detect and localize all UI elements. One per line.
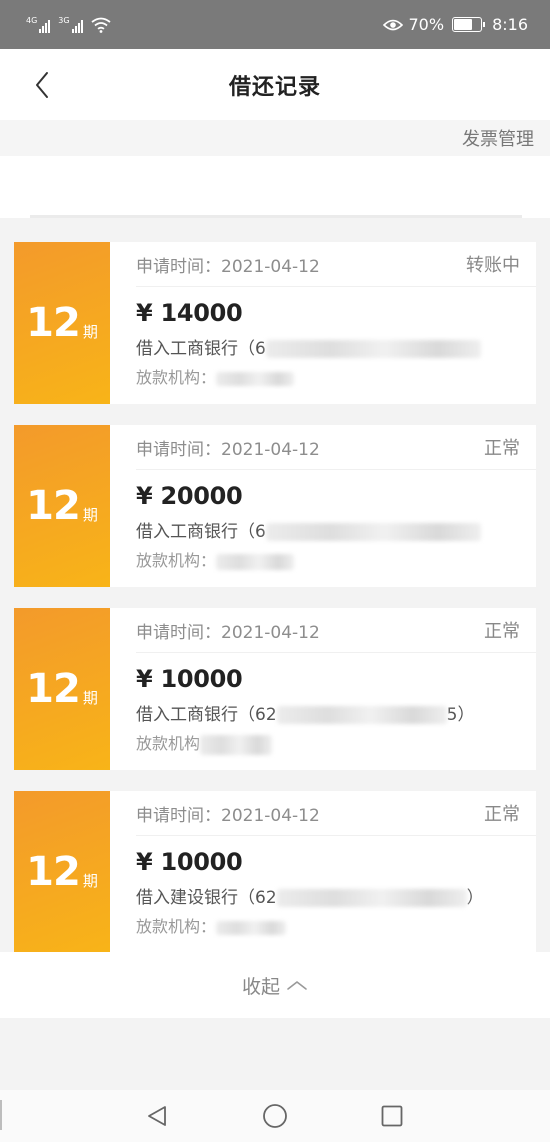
collapse-label: 收起 [241, 975, 280, 998]
record-body: 申请时间：2021-04-12 转账中 ¥ 14000 借入工商银行（6 放款机… [110, 242, 536, 404]
collapse-button[interactable]: 收起 [0, 952, 550, 1018]
bank-suffix: ） [466, 888, 484, 908]
term-number: 12 [26, 483, 81, 529]
bank-label: 借入建设银行（62 [136, 888, 277, 908]
bank-suffix: 5） [446, 705, 475, 725]
nav-recent-button[interactable] [378, 1102, 406, 1130]
record-body: 申请时间：2021-04-12 正常 ¥ 20000 借入工商银行（6 放款机构… [110, 425, 536, 587]
loan-amount: ¥ 10000 [136, 665, 243, 693]
apply-time: 申请时间：2021-04-12 [136, 439, 320, 460]
square-recent-icon [381, 1105, 403, 1127]
term-badge: 12 期 [14, 242, 110, 404]
bank-line: 借入建设银行（62 ） [136, 883, 536, 908]
invoice-row: 发票管理 [0, 120, 550, 156]
record-card[interactable]: 12 期 申请时间：2021-04-12 正常 ¥ 10000 借入建设银行（6… [14, 791, 536, 952]
loan-amount: ¥ 20000 [136, 482, 243, 510]
chevron-left-icon [36, 72, 48, 98]
record-top: 申请时间：2021-04-12 正常 [136, 608, 536, 653]
term-unit: 期 [82, 505, 98, 524]
term-number: 12 [26, 849, 81, 895]
status-bar: 4G 3G 70% 8:16 [0, 0, 550, 49]
redacted-card-number [265, 523, 481, 541]
signal-4g-icon: 4G [26, 15, 51, 33]
invoice-management-link[interactable]: 发票管理 [462, 125, 534, 151]
page: 4G 3G 70% 8:16 借还记录 发票管理 12 期 申请时间：2021-… [0, 0, 550, 1142]
clock: 8:16 [492, 15, 528, 34]
header: 借还记录 [0, 49, 550, 120]
term-badge: 12 期 [14, 425, 110, 587]
term-unit: 期 [82, 322, 98, 341]
chevron-up-icon [287, 981, 307, 990]
network-type-label: 3G [58, 15, 70, 25]
term-number: 12 [26, 666, 81, 712]
redacted-lender [216, 371, 295, 386]
records-list: 12 期 申请时间：2021-04-12 转账中 ¥ 14000 借入工商银行（… [0, 242, 550, 952]
apply-time: 申请时间：2021-04-12 [136, 805, 320, 826]
bank-label: 借入工商银行（6 [136, 339, 266, 359]
bank-label: 借入工商银行（62 [136, 705, 277, 725]
bank-line: 借入工商银行（6 [136, 517, 536, 542]
eye-comfort-icon [382, 19, 403, 30]
status-label: 正常 [484, 621, 520, 642]
status-bar-left: 4G 3G [26, 15, 111, 33]
record-card[interactable]: 12 期 申请时间：2021-04-12 转账中 ¥ 14000 借入工商银行（… [14, 242, 536, 404]
system-nav-bar [0, 1090, 550, 1142]
term-number: 12 [26, 300, 81, 346]
signal-3g-icon: 3G [58, 15, 83, 33]
loan-amount: ¥ 10000 [136, 848, 243, 876]
battery-icon [452, 17, 486, 32]
lender-line: 放款机构： [136, 547, 536, 571]
network-type-label: 4G [26, 15, 38, 25]
record-body: 申请时间：2021-04-12 正常 ¥ 10000 借入建设银行（62 ） 放款… [110, 791, 536, 952]
status-label: 正常 [484, 804, 520, 825]
apply-time: 申请时间：2021-04-12 [136, 256, 320, 277]
back-button[interactable] [28, 69, 56, 101]
nav-home-button[interactable] [261, 1102, 289, 1130]
nav-edge-indicator [0, 1100, 2, 1130]
lender-label: 放款机构 [136, 734, 201, 753]
circle-home-icon [263, 1104, 287, 1128]
record-card[interactable]: 12 期 申请时间：2021-04-12 正常 ¥ 20000 借入工商银行（6… [14, 425, 536, 587]
record-top: 申请时间：2021-04-12 正常 [136, 425, 536, 470]
lender-line: 放款机构 [136, 730, 536, 755]
nav-back-button[interactable] [143, 1102, 171, 1130]
loan-amount: ¥ 14000 [136, 299, 243, 327]
status-label: 转账中 [466, 255, 520, 276]
lender-line: 放款机构： [136, 364, 536, 388]
record-top: 申请时间：2021-04-12 转账中 [136, 242, 536, 287]
bank-line: 借入工商银行（6 [136, 334, 536, 359]
redacted-lender [216, 553, 295, 570]
redacted-lender [216, 920, 287, 935]
summary-area [0, 156, 550, 218]
lender-label: 放款机构： [136, 551, 217, 570]
battery-percent: 70% [408, 15, 445, 34]
lender-label: 放款机构： [136, 917, 217, 936]
redacted-card-number [276, 889, 467, 907]
status-label: 正常 [484, 438, 520, 459]
wifi-icon [91, 17, 111, 33]
apply-time: 申请时间：2021-04-12 [136, 622, 320, 643]
lender-line: 放款机构： [136, 913, 536, 937]
record-top: 申请时间：2021-04-12 正常 [136, 791, 536, 836]
term-badge: 12 期 [14, 791, 110, 952]
redacted-card-number [265, 340, 481, 358]
page-title: 借还记录 [228, 74, 321, 100]
term-badge: 12 期 [14, 608, 110, 770]
term-unit: 期 [82, 871, 98, 890]
record-card[interactable]: 12 期 申请时间：2021-04-12 正常 ¥ 10000 借入工商银行（6… [14, 608, 536, 770]
bank-line: 借入工商银行（62 5） [136, 700, 536, 725]
lender-label: 放款机构： [136, 368, 217, 387]
status-bar-right: 70% 8:16 [382, 15, 528, 34]
redacted-card-number [276, 706, 447, 724]
triangle-back-icon [148, 1106, 166, 1126]
term-unit: 期 [82, 688, 98, 707]
redacted-lender [200, 734, 273, 755]
record-body: 申请时间：2021-04-12 正常 ¥ 10000 借入工商银行（62 5） 放… [110, 608, 536, 770]
bank-label: 借入工商银行（6 [136, 522, 266, 542]
